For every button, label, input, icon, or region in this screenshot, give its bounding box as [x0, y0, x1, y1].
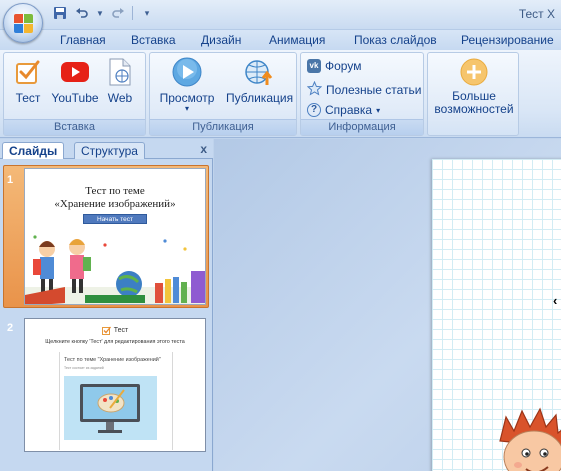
- slide-editor-area[interactable]: ‹: [214, 139, 561, 471]
- office-button[interactable]: [3, 3, 43, 43]
- tab-slides[interactable]: Слайды: [2, 142, 65, 159]
- youtube-label: YouTube: [51, 91, 99, 105]
- slide-2-hint: Щелкните кнопку 'Тест' для редактировани…: [45, 339, 185, 345]
- customize-qat-icon[interactable]: ▾: [139, 5, 155, 21]
- save-icon[interactable]: [52, 5, 68, 21]
- slide-1-title: Тест по теме «Хранение изображений»: [25, 185, 205, 211]
- slide-1-number: 1: [7, 174, 14, 186]
- play-icon: [172, 57, 202, 87]
- start-test-button: Начать тест: [83, 214, 147, 224]
- tab-review[interactable]: Рецензирование: [461, 33, 554, 47]
- publish-globe-icon: [244, 57, 274, 87]
- youtube-icon: [60, 57, 90, 87]
- help-dropdown-icon: ▾: [376, 105, 381, 115]
- panel-tabs: Слайды Структура x: [0, 139, 213, 159]
- group-info-label: Информация: [301, 119, 423, 135]
- useful-articles-label: Полезные статьи: [326, 83, 422, 97]
- test-checkbox-icon: [13, 57, 43, 87]
- publish-button[interactable]: Публикация: [226, 57, 294, 105]
- forum-link[interactable]: vk Форум: [307, 59, 361, 73]
- preview-button[interactable]: Просмотр ▾: [156, 57, 218, 113]
- qat-separator: [132, 6, 133, 20]
- slide-2-test-label: Тест: [113, 327, 129, 334]
- monitor-image: [64, 376, 157, 440]
- help-icon: ?: [307, 103, 321, 117]
- useful-articles-link[interactable]: Полезные статьи: [306, 80, 422, 99]
- more-features-button[interactable]: Больше возможностей: [432, 57, 516, 116]
- star-icon: [306, 80, 323, 99]
- slide-canvas[interactable]: ‹: [432, 159, 561, 471]
- group-info: vk Форум Полезные статьи ? Справка ▾ Инф…: [300, 52, 424, 136]
- help-button[interactable]: ? Справка ▾: [307, 103, 380, 117]
- window-title: Тест Х: [518, 7, 555, 21]
- slide-canvas-bracket-glyph: ‹: [553, 293, 558, 308]
- slides-panel: Слайды Структура x 1 Тест по теме «Хране…: [0, 139, 213, 471]
- slide-1-thumbnail[interactable]: Тест по теме «Хранение изображений» Нача…: [24, 168, 206, 305]
- boy-character-illustration: [499, 407, 561, 471]
- youtube-button[interactable]: YouTube: [48, 57, 102, 105]
- slide-2-test-header: Тест: [25, 326, 205, 335]
- preview-dropdown-icon[interactable]: ▾: [156, 104, 218, 113]
- office-logo-icon: [14, 14, 34, 34]
- group-publish: Просмотр ▾ Публикация Публикация: [149, 52, 297, 136]
- test-label: Тест: [15, 91, 41, 105]
- redo-icon[interactable]: [110, 5, 126, 21]
- test-checkbox-small-icon: [101, 326, 111, 335]
- slide-2-inner-title: Тест по теме "Хранение изображений": [64, 357, 161, 363]
- tab-home[interactable]: Главная: [60, 33, 106, 47]
- school-kids-illustration: [25, 235, 205, 304]
- group-insert-label: Вставка: [4, 119, 145, 135]
- slide-2-inner-subtitle: Тест состоит из заданий: [64, 366, 104, 370]
- vk-icon: vk: [307, 59, 321, 73]
- tab-design[interactable]: Дизайн: [201, 33, 241, 47]
- web-button[interactable]: Web: [104, 57, 136, 105]
- group-more: Больше возможностей: [427, 52, 519, 136]
- tab-animation[interactable]: Анимация: [269, 33, 325, 47]
- monitor-paint-icon: [80, 384, 140, 433]
- plus-icon: [459, 57, 489, 87]
- title-bar: ▼ ▾ Тест Х: [0, 0, 561, 30]
- slide-2-number: 2: [7, 322, 14, 334]
- tab-slideshow[interactable]: Показ слайдов: [354, 33, 437, 47]
- slide-2-inner-page: Тест по теме "Хранение изображений" Тест…: [59, 352, 173, 450]
- ribbon: Тест YouTube Web Вставка Просмотр ▾ Публ…: [0, 50, 561, 138]
- slide-1-title-line2: «Хранение изображений»: [54, 198, 176, 210]
- slide-2-thumbnail[interactable]: Тест Щелкните кнопку 'Тест' для редактир…: [24, 318, 206, 452]
- test-button[interactable]: Тест: [8, 57, 48, 105]
- preview-label: Просмотр: [159, 91, 215, 105]
- undo-dropdown-icon[interactable]: ▼: [96, 5, 104, 21]
- panel-close-icon[interactable]: x: [200, 142, 207, 156]
- help-label: Справка: [325, 103, 373, 117]
- more-label-line2: возможностей: [434, 102, 514, 116]
- web-label: Web: [107, 91, 133, 105]
- tab-insert[interactable]: Вставка: [131, 33, 176, 47]
- quick-access-toolbar: ▼ ▾: [52, 5, 155, 21]
- forum-label: Форум: [325, 59, 362, 73]
- group-publish-label: Публикация: [150, 119, 296, 135]
- web-page-icon: [105, 57, 135, 87]
- undo-icon[interactable]: [74, 5, 90, 21]
- publish-label: Публикация: [226, 91, 294, 105]
- more-features-label: Больше возможностей: [432, 90, 516, 116]
- ribbon-tabs: Главная Вставка Дизайн Анимация Показ сл…: [0, 30, 561, 50]
- tab-outline[interactable]: Структура: [74, 142, 145, 159]
- group-insert: Тест YouTube Web Вставка: [3, 52, 146, 136]
- slide-1-title-line1: Тест по теме: [85, 185, 145, 197]
